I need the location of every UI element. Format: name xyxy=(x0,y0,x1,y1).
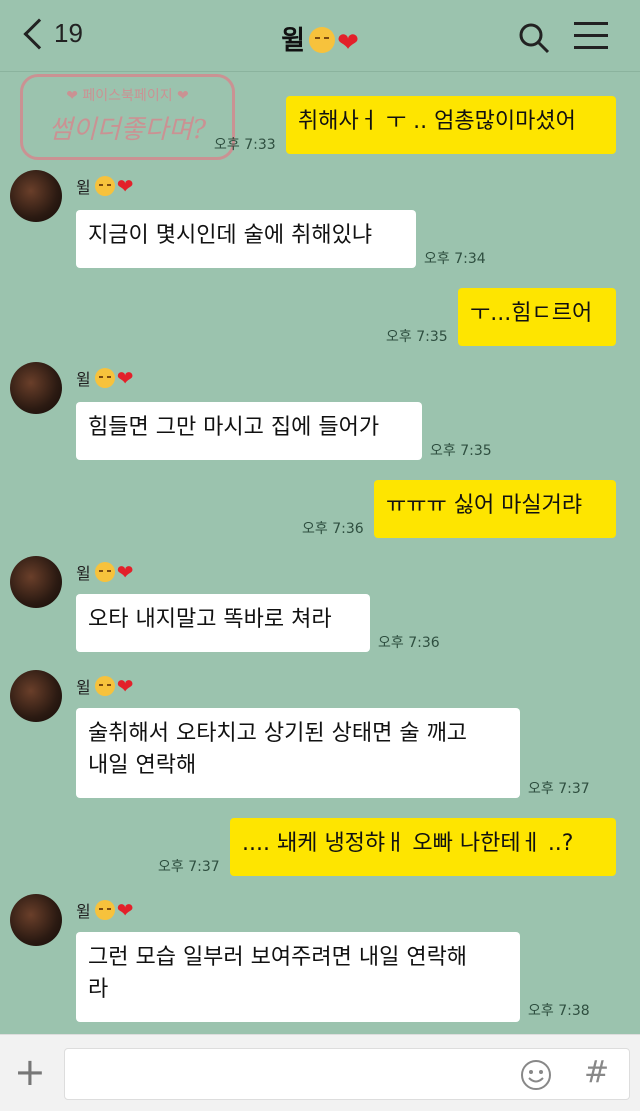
their-message-bubble[interactable]: 지금이 몇시인데 술에 취해있냐 xyxy=(76,210,416,268)
avatar[interactable] xyxy=(10,362,62,414)
their-message-bubble[interactable]: 힘들면 그만 마시고 집에 들어가 xyxy=(76,402,422,460)
menu-icon[interactable] xyxy=(574,22,608,50)
watermark-stamp: ❤ 페이스북페이지 ❤ 썸이더좋다며? xyxy=(20,74,235,160)
sender-name: 윌 ❤ xyxy=(76,898,134,922)
kiss-emoji-icon xyxy=(94,368,115,388)
kiss-emoji-icon xyxy=(94,176,115,196)
emoji-icon[interactable] xyxy=(520,1059,552,1091)
message-time: 오후 7:34 xyxy=(424,251,486,267)
message-time: 오후 7:33 xyxy=(214,137,276,153)
heart-icon: ❤ xyxy=(116,174,134,198)
watermark-line2: 썸이더좋다며? xyxy=(48,115,207,145)
their-message-bubble[interactable]: 그런 모습 일부러 보여주려면 내일 연락해 라 xyxy=(76,932,520,1022)
heart-icon: ❤ xyxy=(337,28,359,58)
heart-icon: ❤ xyxy=(116,366,134,390)
my-message-bubble[interactable]: ㅜ...힘ㄷ르어 xyxy=(458,288,616,346)
their-message-bubble[interactable]: 술취해서 오타치고 상기된 상태면 술 깨고 내일 연락해 xyxy=(76,708,520,798)
message-time: 오후 7:37 xyxy=(528,781,590,797)
avatar[interactable] xyxy=(10,894,62,946)
message-input-bar: + # xyxy=(0,1034,640,1111)
hash-icon[interactable]: # xyxy=(584,1055,609,1090)
message-time: 오후 7:37 xyxy=(158,859,220,875)
sender-name: 윌 ❤ xyxy=(76,174,134,198)
message-time: 오후 7:35 xyxy=(386,329,448,345)
kiss-emoji-icon xyxy=(309,27,336,53)
heart-icon: ❤ xyxy=(116,674,134,698)
plus-icon[interactable]: + xyxy=(14,1053,46,1091)
sender-name: 윌 ❤ xyxy=(76,560,134,584)
chat-title-text: 윌 xyxy=(281,26,306,56)
kiss-emoji-icon xyxy=(94,900,115,920)
kiss-emoji-icon xyxy=(94,676,115,696)
sender-name: 윌 ❤ xyxy=(76,366,134,390)
heart-icon: ❤ xyxy=(116,560,134,584)
search-icon[interactable] xyxy=(518,22,550,54)
message-time: 오후 7:38 xyxy=(528,1003,590,1019)
message-time: 오후 7:36 xyxy=(302,521,364,537)
heart-icon: ❤ xyxy=(116,898,134,922)
message-time: 오후 7:35 xyxy=(430,443,492,459)
chat-header: 19 윌 ❤ xyxy=(0,0,640,72)
kiss-emoji-icon xyxy=(94,562,115,582)
avatar[interactable] xyxy=(10,670,62,722)
watermark-line1: ❤ 페이스북페이지 ❤ xyxy=(66,88,189,104)
avatar[interactable] xyxy=(10,170,62,222)
my-message-bubble[interactable]: .... 놰케 냉정햐ㅐ 오빠 나한테ㅔ ..? xyxy=(230,818,616,876)
avatar[interactable] xyxy=(10,556,62,608)
their-message-bubble[interactable]: 오타 내지말고 똑바로 쳐라 xyxy=(76,594,370,652)
sender-name: 윌 ❤ xyxy=(76,674,134,698)
message-time: 오후 7:36 xyxy=(378,635,440,651)
my-message-bubble[interactable]: ㅠㅠㅠ 싫어 마실거랴 xyxy=(374,480,616,538)
my-message-bubble[interactable]: 취해사ㅓ ㅜ .. 엄총많이마셨어 xyxy=(286,96,616,154)
